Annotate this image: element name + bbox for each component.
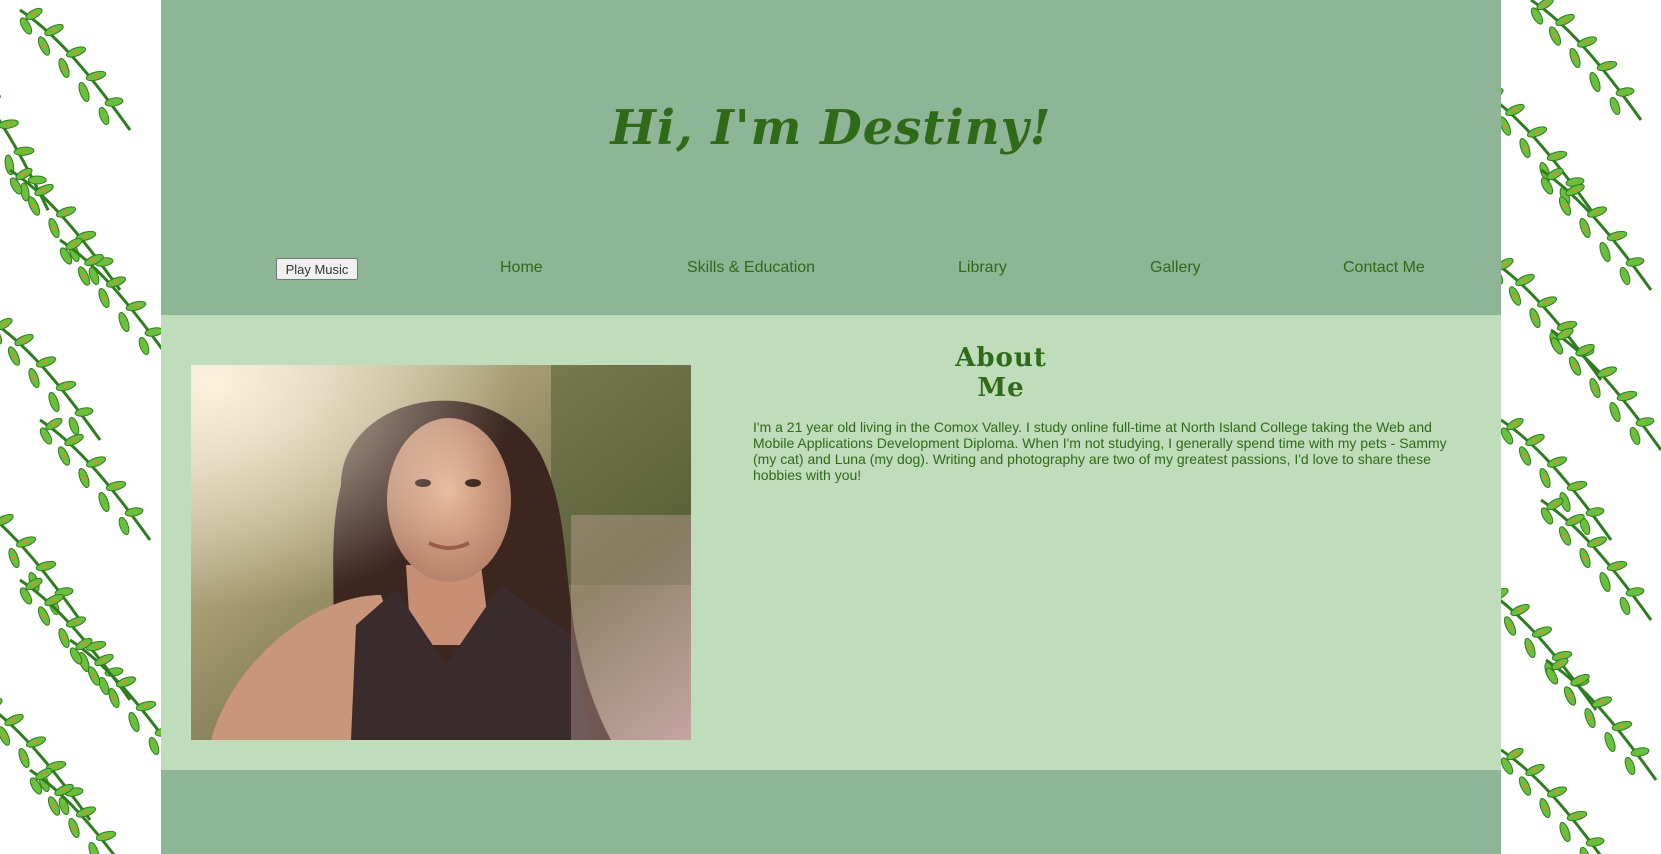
fern-pattern-right [1501, 0, 1661, 854]
site-title: Hi, I'm Destiny! [610, 100, 1052, 156]
nav-link-library[interactable]: Library [958, 259, 1007, 277]
play-music-button[interactable]: Play Music [276, 258, 358, 280]
about-heading: About Me [941, 343, 1061, 403]
about-body-text: I'm a 21 year old living in the Comox Va… [753, 419, 1447, 483]
nav-link-gallery[interactable]: Gallery [1150, 259, 1201, 277]
main-nav: Play Music Home Skills & Education Libra… [161, 250, 1501, 286]
nav-link-home[interactable]: Home [500, 259, 543, 277]
site-header: Hi, I'm Destiny! Play Music Home Skills … [161, 0, 1501, 315]
about-section: About Me I'm a 21 year old living in the… [161, 315, 1501, 770]
nav-link-contact-me[interactable]: Contact Me [1343, 259, 1425, 277]
portrait-photo [191, 365, 691, 740]
page-container: Hi, I'm Destiny! Play Music Home Skills … [161, 0, 1501, 854]
about-heading-line2: Me [977, 373, 1025, 403]
nav-link-skills-education[interactable]: Skills & Education [687, 259, 815, 277]
fern-pattern-left [0, 0, 161, 854]
fern-wallpaper-left [0, 0, 161, 854]
site-footer [161, 770, 1501, 854]
about-heading-line1: About [955, 343, 1047, 373]
fern-wallpaper-right [1501, 0, 1661, 854]
